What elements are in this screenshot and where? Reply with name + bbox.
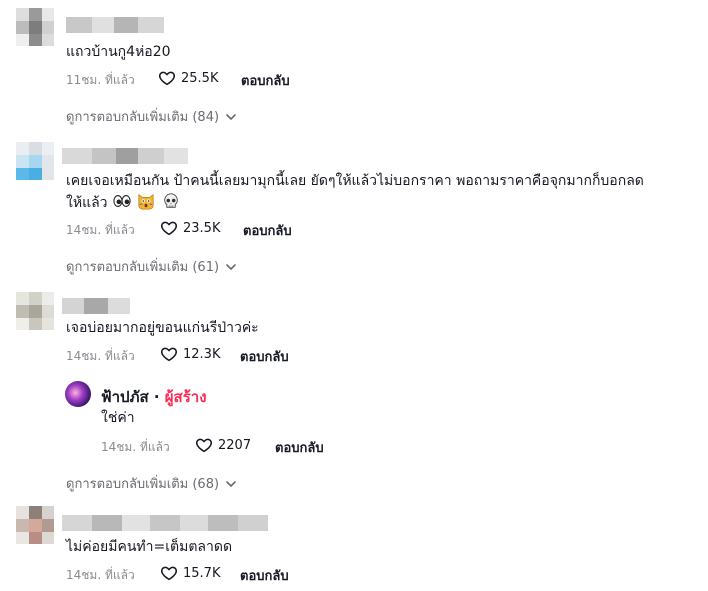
name-separator: ·: [148, 388, 165, 406]
reply-time: 14ชม. ที่แล้ว: [101, 440, 170, 454]
reply-button[interactable]: ตอบกลับ: [243, 220, 292, 241]
comment-time: 14ชม. ที่แล้ว: [66, 223, 135, 237]
like-button[interactable]: 15.7K: [160, 564, 220, 582]
comment-text: เจอบ่อยมากอยู่ขอนแก่นรีป่าวค่ะ: [66, 320, 259, 336]
reply-button[interactable]: ตอบกลับ: [241, 70, 290, 91]
comment-text: ให้แล้ว: [66, 195, 108, 211]
view-more-replies[interactable]: ดูการตอบกลับเพิ่มเติม (84): [66, 106, 237, 127]
avatar[interactable]: [16, 506, 54, 544]
chevron-down-icon: [226, 113, 236, 120]
avatar[interactable]: [16, 292, 54, 330]
avatar[interactable]: [16, 8, 54, 46]
heart-icon: [160, 221, 178, 236]
scream-cat-emoji: [138, 193, 154, 210]
comment-time: 14ชม. ที่แล้ว: [66, 568, 135, 582]
comment-text: แถวบ้านกู4ห่อ20: [66, 44, 171, 60]
username-pixelated[interactable]: [62, 515, 268, 531]
chevron-down-icon: [226, 480, 236, 487]
username-pixelated[interactable]: [62, 148, 188, 164]
chevron-down-icon: [226, 263, 236, 270]
creator-badge: ผู้สร้าง: [164, 388, 207, 406]
comment-text-line2: ให้แล้ว: [66, 191, 181, 215]
username-pixelated[interactable]: [66, 17, 164, 33]
like-count: 25.5K: [181, 70, 219, 86]
like-count: 23.5K: [183, 220, 221, 236]
heart-icon: [160, 347, 178, 362]
like-count: 15.7K: [183, 565, 221, 581]
reply-button[interactable]: ตอบกลับ: [240, 565, 289, 586]
like-button[interactable]: 23.5K: [160, 219, 220, 237]
comment-time: 14ชม. ที่แล้ว: [66, 349, 135, 363]
view-more-replies[interactable]: ดูการตอบกลับเพิ่มเติม (68): [66, 473, 237, 494]
creator-name[interactable]: ฟ้าปภัส: [101, 388, 149, 406]
comment-text: ไม่ค่อยมีคนทำ=เต็มตลาดด: [66, 539, 233, 555]
view-more-replies-label: ดูการตอบกลับเพิ่มเติม (61): [66, 260, 220, 275]
eyes-emoji: [113, 195, 131, 207]
like-count: 12.3K: [183, 346, 221, 362]
reply-button[interactable]: ตอบกลับ: [275, 437, 324, 458]
creator-avatar[interactable]: [65, 381, 91, 407]
like-count: 2207: [218, 437, 252, 453]
reply-button[interactable]: ตอบกลับ: [240, 346, 289, 367]
like-button[interactable]: 12.3K: [160, 345, 220, 363]
heart-icon: [195, 438, 213, 453]
like-button[interactable]: 25.5K: [158, 69, 218, 87]
username-pixelated[interactable]: [62, 298, 130, 314]
comment-time: 11ชม. ที่แล้ว: [66, 73, 135, 87]
reply-text: ใช่ค่า: [101, 410, 135, 426]
heart-icon: [158, 71, 176, 86]
comment-text-line1: เคยเจอเหมือนกัน ป้าคนนี้เลยมามุกนี้เลย ย…: [66, 173, 644, 189]
view-more-replies-label: ดูการตอบกลับเพิ่มเติม (68): [66, 477, 220, 492]
view-more-replies[interactable]: ดูการตอบกลับเพิ่มเติม (61): [66, 256, 237, 277]
skull-emoji: [164, 193, 178, 208]
like-button[interactable]: 2207: [195, 436, 251, 454]
avatar[interactable]: [16, 142, 54, 180]
view-more-replies-label: ดูการตอบกลับเพิ่มเติม (84): [66, 110, 220, 125]
heart-icon: [160, 566, 178, 581]
